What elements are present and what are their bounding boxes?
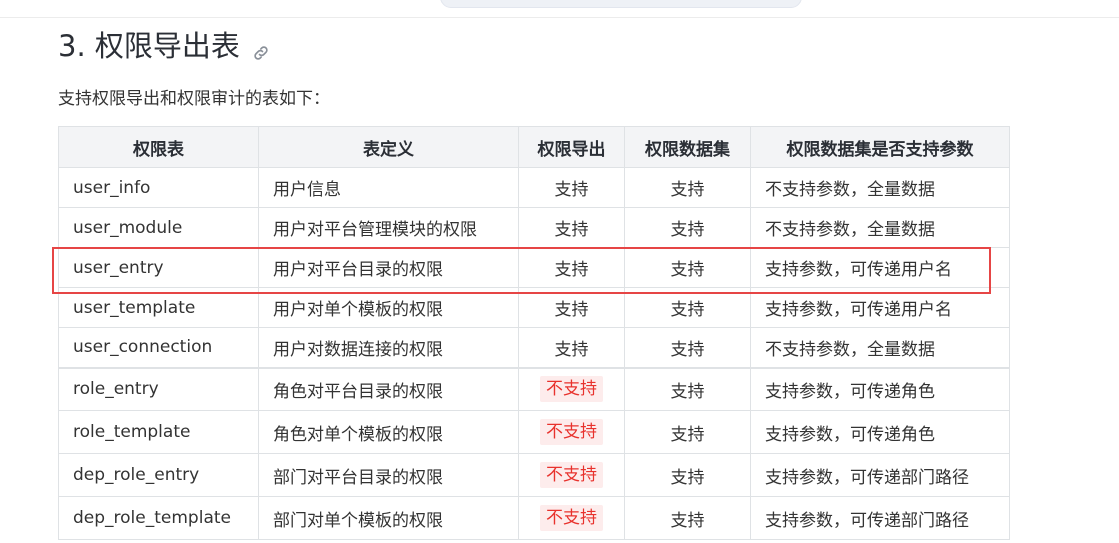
cell-dataset: 支持 <box>624 453 751 497</box>
cell-export: 支持 <box>518 327 625 368</box>
col-header-export: 权限导出 <box>518 126 625 168</box>
cell-dataset: 支持 <box>624 287 751 328</box>
cell-definition: 用户对平台目录的权限 <box>258 247 519 288</box>
cell-table-name: user_connection <box>58 327 259 368</box>
cell-export: 不支持 <box>518 410 625 454</box>
cell-definition: 角色对平台目录的权限 <box>258 366 519 411</box>
cell-table-name: user_entry <box>58 247 259 288</box>
cell-definition: 用户对数据连接的权限 <box>258 327 519 368</box>
cell-definition: 用户信息 <box>258 167 519 208</box>
not-supported-tag: 不支持 <box>540 376 603 403</box>
cell-export: 不支持 <box>518 496 625 540</box>
col-header-table: 权限表 <box>58 126 259 168</box>
cell-params: 不支持参数，全量数据 <box>750 167 1010 208</box>
table-row: user_entry 用户对平台目录的权限 支持 支持 支持参数，可传递用户名 <box>58 247 1010 288</box>
table-row: user_connection 用户对数据连接的权限 支持 支持 不支持参数，全量数据 <box>58 327 1010 368</box>
cell-export: 支持 <box>518 207 625 248</box>
col-header-definition: 表定义 <box>258 126 519 168</box>
cell-definition: 用户对单个模板的权限 <box>258 287 519 328</box>
link-icon[interactable] <box>252 35 270 60</box>
table-row: role_entry 角色对平台目录的权限 不支持 支持 支持参数，可传递角色 <box>58 366 1010 411</box>
table-row: user_template 用户对单个模板的权限 支持 支持 支持参数，可传递用户名 <box>58 287 1010 328</box>
cell-params: 支持参数，可传递用户名 <box>750 247 1010 288</box>
not-supported-tag: 不支持 <box>540 462 603 488</box>
cell-params: 支持参数，可传递用户名 <box>750 287 1010 328</box>
search-bar[interactable] <box>440 0 802 8</box>
cell-definition: 用户对平台管理模块的权限 <box>258 207 519 248</box>
permission-table: 权限表 表定义 权限导出 权限数据集 权限数据集是否支持参数 user_info… <box>58 126 1010 540</box>
page: 3. 权限导出表 支持权限导出和权限审计的表如下： 权限表 表定义 权限导出 权… <box>0 0 1119 543</box>
cell-dataset: 支持 <box>624 327 751 368</box>
cell-dataset: 支持 <box>624 366 751 411</box>
cell-definition: 部门对平台目录的权限 <box>258 453 519 497</box>
cell-dataset: 支持 <box>624 247 751 288</box>
table-row: dep_role_entry 部门对平台目录的权限 不支持 支持 支持参数，可传递部门路… <box>58 453 1010 497</box>
cell-table-name: dep_role_template <box>58 496 259 540</box>
cell-export: 支持 <box>518 287 625 328</box>
section-heading: 3. 权限导出表 <box>58 24 270 64</box>
cell-dataset: 支持 <box>624 496 751 540</box>
col-header-dataset: 权限数据集 <box>624 126 751 168</box>
cell-definition: 角色对单个模板的权限 <box>258 410 519 454</box>
col-header-params: 权限数据集是否支持参数 <box>750 126 1010 168</box>
section-title: 3. 权限导出表 <box>58 29 240 63</box>
cell-table-name: role_template <box>58 410 259 454</box>
cell-export: 支持 <box>518 167 625 208</box>
cell-export: 不支持 <box>518 366 625 411</box>
cell-params: 不支持参数，全量数据 <box>750 207 1010 248</box>
not-supported-tag: 不支持 <box>540 505 603 531</box>
cell-definition: 部门对单个模板的权限 <box>258 496 519 540</box>
table-row: dep_role_template 部门对单个模板的权限 不支持 支持 支持参数，可传递… <box>58 496 1010 540</box>
table-header-row: 权限表 表定义 权限导出 权限数据集 权限数据集是否支持参数 <box>58 126 1010 168</box>
cell-table-name: user_info <box>58 167 259 208</box>
cell-params: 支持参数，可传递角色 <box>750 410 1010 454</box>
table-row: role_template 角色对单个模板的权限 不支持 支持 支持参数，可传递角色 <box>58 410 1010 454</box>
cell-export: 支持 <box>518 247 625 288</box>
cell-table-name: role_entry <box>58 366 259 411</box>
cell-dataset: 支持 <box>624 167 751 208</box>
cell-params: 支持参数，可传递角色 <box>750 366 1010 411</box>
cell-table-name: dep_role_entry <box>58 453 259 497</box>
top-bar <box>0 0 1119 18</box>
cell-params: 支持参数，可传递部门路径 <box>750 453 1010 497</box>
cell-params: 支持参数，可传递部门路径 <box>750 496 1010 540</box>
cell-table-name: user_module <box>58 207 259 248</box>
table-row: user_module 用户对平台管理模块的权限 支持 支持 不支持参数，全量数据 <box>58 207 1010 248</box>
cell-table-name: user_template <box>58 287 259 328</box>
cell-params: 不支持参数，全量数据 <box>750 327 1010 368</box>
table-body: user_info 用户信息 支持 支持 不支持参数，全量数据 user_module 用户… <box>58 167 1010 540</box>
cell-dataset: 支持 <box>624 207 751 248</box>
not-supported-tag: 不支持 <box>540 419 603 445</box>
table-row: user_info 用户信息 支持 支持 不支持参数，全量数据 <box>58 167 1010 208</box>
cell-dataset: 支持 <box>624 410 751 454</box>
cell-export: 不支持 <box>518 453 625 497</box>
intro-text: 支持权限导出和权限审计的表如下： <box>58 89 330 109</box>
